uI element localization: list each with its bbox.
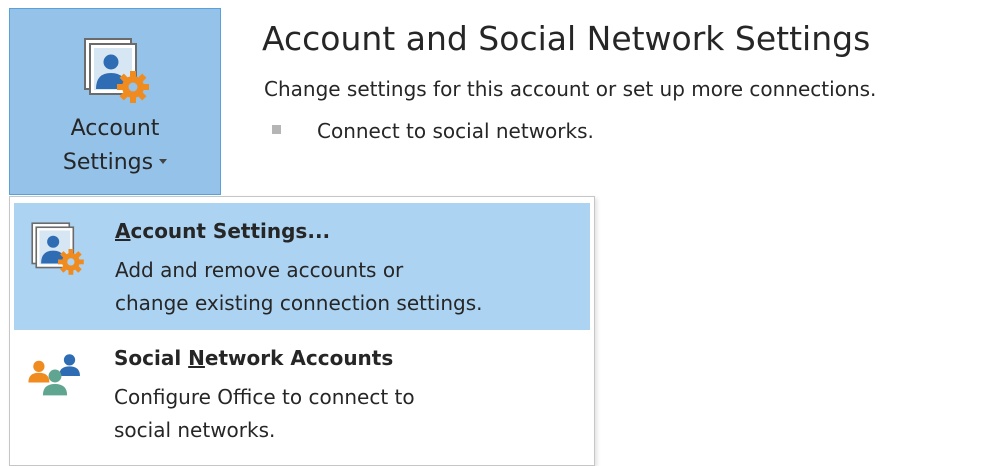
menu-item-title-text: etwork Accounts bbox=[204, 346, 394, 370]
account-settings-icon bbox=[31, 222, 84, 275]
page-title: Account and Social Network Settings bbox=[262, 19, 871, 58]
info-bullet: Connect to social networks. bbox=[272, 118, 594, 144]
bullet-square-icon bbox=[272, 125, 281, 134]
account-settings-button[interactable]: Account Settings bbox=[9, 8, 221, 195]
menu-item-title: Social Network Accounts bbox=[114, 345, 393, 371]
account-button-label-text: Settings bbox=[62, 150, 154, 175]
menu-item-desc-line2: social networks. bbox=[114, 418, 276, 442]
menu-item-account-settings[interactable]: Account Settings... Add and remove accou… bbox=[14, 203, 590, 330]
social-network-people-icon bbox=[28, 354, 80, 396]
chevron-down-icon bbox=[159, 158, 168, 164]
accelerator-key: A bbox=[115, 219, 131, 243]
account-settings-dropdown: Account Settings... Add and remove accou… bbox=[9, 196, 595, 466]
account-button-label-line1: Account bbox=[70, 116, 160, 141]
menu-item-description: Configure Office to connect to social ne… bbox=[114, 381, 415, 447]
menu-item-social-network-accounts[interactable]: Social Network Accounts Configure Office… bbox=[14, 335, 590, 459]
info-bullet-text: Connect to social networks. bbox=[317, 119, 594, 143]
menu-item-description: Add and remove accounts or change existi… bbox=[115, 254, 483, 320]
menu-item-desc-line1: Configure Office to connect to bbox=[114, 385, 415, 409]
menu-item-title: Account Settings... bbox=[115, 218, 330, 244]
page-description: Change settings for this account or set … bbox=[264, 77, 877, 101]
menu-item-desc-line2: change existing connection settings. bbox=[115, 291, 483, 315]
accelerator-key: N bbox=[188, 346, 205, 370]
account-button-label-line2: Settings bbox=[10, 149, 220, 177]
account-settings-icon bbox=[84, 38, 149, 103]
menu-item-title-pre: Social bbox=[114, 346, 189, 370]
menu-item-desc-line1: Add and remove accounts or bbox=[115, 258, 404, 282]
menu-item-title-text: ccount Settings... bbox=[130, 219, 331, 243]
